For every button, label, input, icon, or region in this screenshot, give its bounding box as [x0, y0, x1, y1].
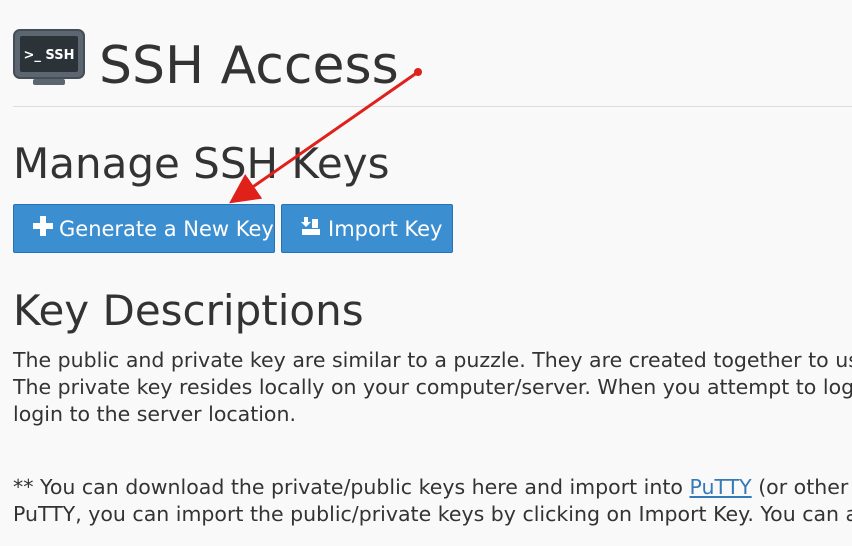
- page-title: SSH Access: [99, 36, 399, 96]
- import-icon: [300, 215, 322, 242]
- description-line: login to the server location.: [13, 402, 296, 426]
- putty-note-paragraph: ** You can download the private/public k…: [13, 474, 852, 528]
- putty-link[interactable]: PuTTY: [689, 475, 751, 499]
- ssh-terminal-icon: >_ SSH: [13, 29, 85, 87]
- key-descriptions-heading: Key Descriptions: [13, 286, 364, 335]
- ssh-icon-label: >_ SSH: [24, 48, 75, 63]
- putty-note-line-2: PuTTY, you can import the public/private…: [13, 502, 852, 526]
- import-key-label: Import Key: [328, 216, 443, 241]
- manage-ssh-keys-heading: Manage SSH Keys: [13, 139, 390, 188]
- generate-new-key-label: Generate a New Key: [59, 216, 274, 241]
- putty-note-text: ** You can download the private/public k…: [13, 475, 690, 499]
- header-divider: [13, 106, 852, 107]
- description-line: The private key resides locally on your …: [13, 375, 852, 399]
- putty-note-text-after: (or other SSH: [758, 475, 852, 499]
- plus-icon: [33, 216, 53, 241]
- import-key-button[interactable]: Import Key: [281, 204, 453, 253]
- key-description-paragraph: The public and private key are similar t…: [13, 347, 852, 428]
- generate-new-key-button[interactable]: Generate a New Key: [13, 204, 275, 253]
- description-line: The public and private key are similar t…: [13, 348, 852, 372]
- ssh-access-page: >_ SSH SSH Access Manage SSH Keys Genera…: [0, 0, 852, 546]
